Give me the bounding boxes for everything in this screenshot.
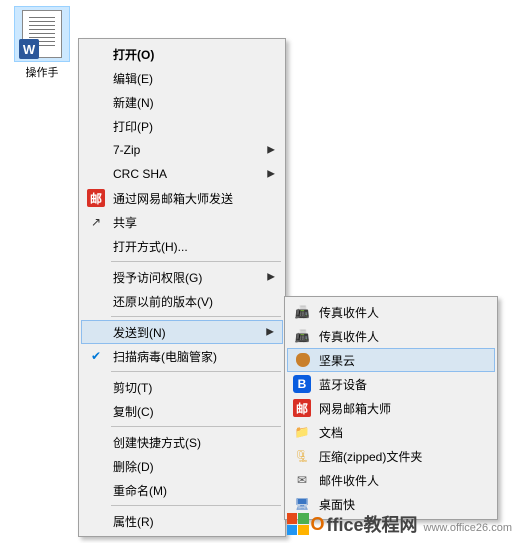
menu-edit[interactable]: 编辑(E) [81,66,283,90]
watermark-brand-rest: ffice教程网 [327,511,418,537]
menu-separator [111,505,281,506]
envelope-icon: ✉ [293,471,311,489]
submenu-netease[interactable]: 邮网易邮箱大师 [287,396,495,420]
menu-delete[interactable]: 删除(D) [81,454,283,478]
menu-restore-versions[interactable]: 还原以前的版本(V) [81,289,283,313]
submenu-documents[interactable]: 📁文档 [287,420,495,444]
watermark-url: www.office26.com [424,522,512,534]
chevron-right-icon: ▶ [267,145,275,156]
fax-icon: 📠 [293,327,311,345]
menu-rename[interactable]: 重命名(M) [81,478,283,502]
share-icon [87,213,105,231]
fax-icon: 📠 [293,303,311,321]
mail-icon: 邮 [293,399,311,417]
menu-crc-sha[interactable]: CRC SHA▶ [81,162,283,186]
menu-new[interactable]: 新建(N) [81,90,283,114]
submenu-fax-1[interactable]: 📠传真收件人 [287,300,495,324]
menu-properties[interactable]: 属性(R) [81,509,283,533]
office-logo-icon [287,513,309,535]
sendto-submenu: 📠传真收件人 📠传真收件人 坚果云 B蓝牙设备 邮网易邮箱大师 📁文档 🗜压缩(… [284,296,498,520]
menu-netease-send[interactable]: 邮通过网易邮箱大师发送 [81,186,283,210]
submenu-zip[interactable]: 🗜压缩(zipped)文件夹 [287,444,495,468]
menu-separator [111,426,281,427]
mail-icon: 邮 [87,189,105,207]
menu-grant-access[interactable]: 授予访问权限(G)▶ [81,265,283,289]
menu-create-shortcut[interactable]: 创建快捷方式(S) [81,430,283,454]
menu-send-to[interactable]: 发送到(N)▶ [81,320,283,344]
menu-open[interactable]: 打开(O) [81,42,283,66]
submenu-fax-2[interactable]: 📠传真收件人 [287,324,495,348]
chevron-right-icon: ▶ [267,272,275,283]
zip-icon: 🗜 [293,447,311,465]
submenu-mail-recipient[interactable]: ✉邮件收件人 [287,468,495,492]
menu-open-with[interactable]: 打开方式(H)... [81,234,283,258]
menu-cut[interactable]: 剪切(T) [81,375,283,399]
nut-icon [294,351,312,369]
menu-print[interactable]: 打印(P) [81,114,283,138]
chevron-right-icon: ▶ [267,169,275,180]
menu-copy[interactable]: 复制(C) [81,399,283,423]
word-doc-icon: W [22,10,62,58]
menu-7zip[interactable]: 7-Zip▶ [81,138,283,162]
context-menu: 打开(O) 编辑(E) 新建(N) 打印(P) 7-Zip▶ CRC SHA▶ … [78,38,286,537]
chevron-right-icon: ▶ [266,327,274,338]
watermark-brand-o: O [311,514,325,535]
submenu-nutstore[interactable]: 坚果云 [287,348,495,372]
menu-scan-virus[interactable]: ✔扫描病毒(电脑管家) [81,344,283,368]
menu-separator [111,371,281,372]
bluetooth-icon: B [293,375,311,393]
word-badge: W [19,39,39,59]
menu-share[interactable]: 共享 [81,210,283,234]
submenu-bluetooth[interactable]: B蓝牙设备 [287,372,495,396]
folder-icon: 📁 [293,423,311,441]
file-label: 操作手 [10,64,74,80]
menu-separator [111,316,281,317]
file-icon: W [14,6,70,62]
shield-icon: ✔ [87,347,105,365]
watermark: Office教程网 www.office26.com [287,511,512,537]
desktop-file[interactable]: W 操作手 [10,6,74,80]
menu-separator [111,261,281,262]
